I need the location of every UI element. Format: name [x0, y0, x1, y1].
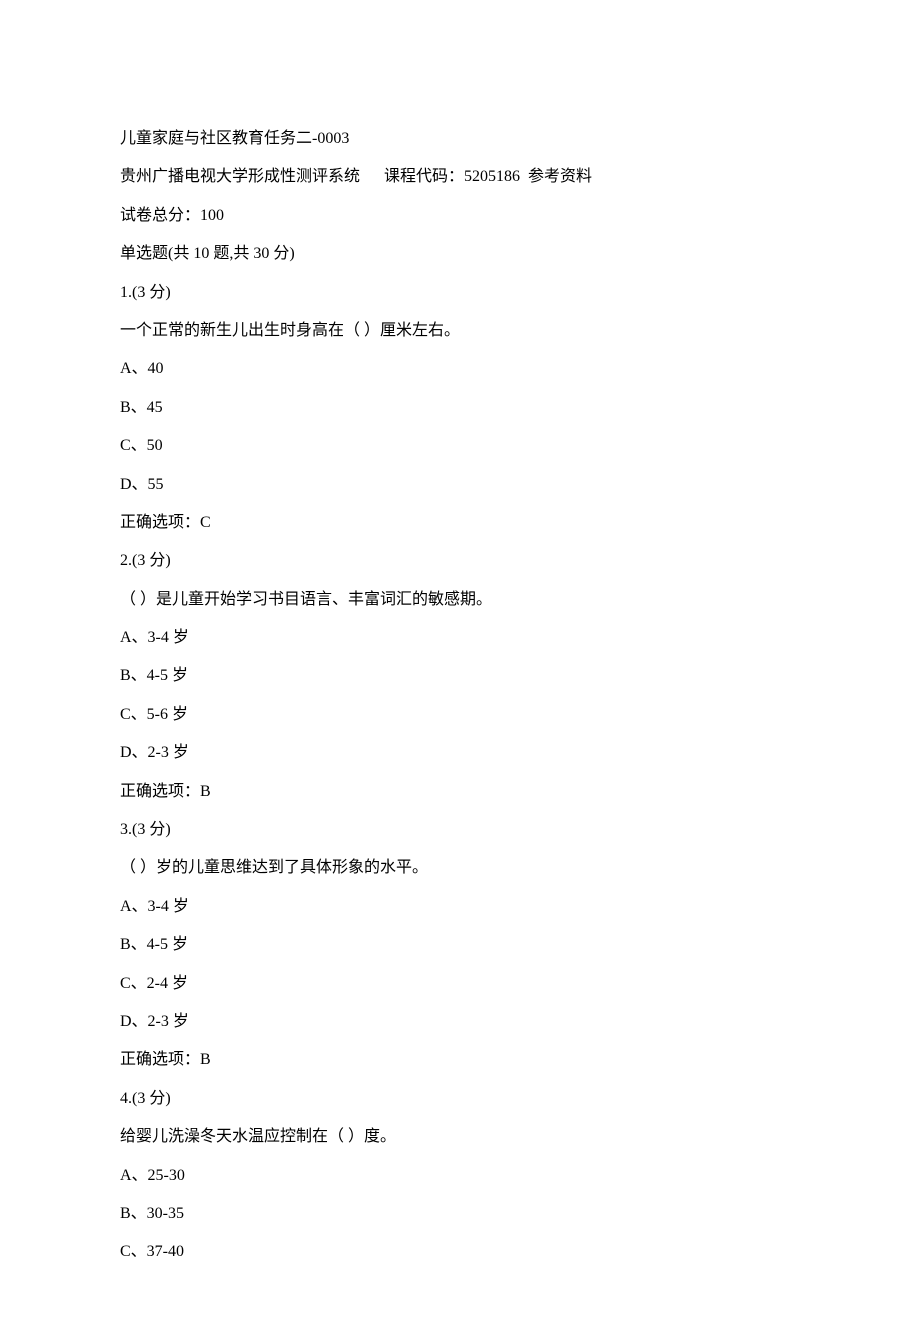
q4-option-b: B、30-35 [120, 1195, 800, 1233]
q1-option-a: A、40 [120, 350, 800, 388]
q4-option-a: A、25-30 [120, 1157, 800, 1195]
q3-option-d: D、2-3 岁 [120, 1003, 800, 1041]
course-code: 5205186 [464, 168, 520, 185]
q2-stem: （ ）是儿童开始学习书目语言、丰富词汇的敏感期。 [120, 581, 800, 619]
document-content: 儿童家庭与社区教育任务二-0003 贵州广播电视大学形成性测评系统 课程代码：5… [120, 120, 800, 1272]
q1-answer: 正确选项：C [120, 504, 800, 542]
q1-number: 1.(3 分) [120, 274, 800, 312]
course-label: 课程代码： [384, 168, 464, 185]
total-score-value: 100 [200, 207, 224, 224]
reference-label: 参考资料 [528, 168, 592, 185]
q3-stem: （ ）岁的儿童思维达到了具体形象的水平。 [120, 849, 800, 887]
q2-option-b: B、4-5 岁 [120, 657, 800, 695]
q4-stem: 给婴儿洗澡冬天水温应控制在（ ）度。 [120, 1118, 800, 1156]
q3-option-c: C、2-4 岁 [120, 965, 800, 1003]
doc-title: 儿童家庭与社区教育任务二-0003 [120, 120, 800, 158]
total-score-line: 试卷总分：100 [120, 197, 800, 235]
q1-option-d: D、55 [120, 466, 800, 504]
q2-option-d: D、2-3 岁 [120, 734, 800, 772]
q2-option-a: A、3-4 岁 [120, 619, 800, 657]
q4-number: 4.(3 分) [120, 1080, 800, 1118]
q4-option-c: C、37-40 [120, 1233, 800, 1271]
school-name: 贵州广播电视大学形成性测评系统 [120, 168, 360, 185]
q1-stem: 一个正常的新生儿出生时身高在（ ）厘米左右。 [120, 312, 800, 350]
q2-option-c: C、5-6 岁 [120, 696, 800, 734]
doc-header: 贵州广播电视大学形成性测评系统 课程代码：5205186 参考资料 [120, 158, 800, 196]
section-header: 单选题(共 10 题,共 30 分) [120, 235, 800, 273]
q2-answer: 正确选项：B [120, 773, 800, 811]
q1-option-c: C、50 [120, 427, 800, 465]
q2-number: 2.(3 分) [120, 542, 800, 580]
q3-answer: 正确选项：B [120, 1041, 800, 1079]
q1-option-b: B、45 [120, 389, 800, 427]
total-score-label: 试卷总分： [120, 207, 200, 224]
q3-number: 3.(3 分) [120, 811, 800, 849]
q3-option-a: A、3-4 岁 [120, 888, 800, 926]
q3-option-b: B、4-5 岁 [120, 926, 800, 964]
